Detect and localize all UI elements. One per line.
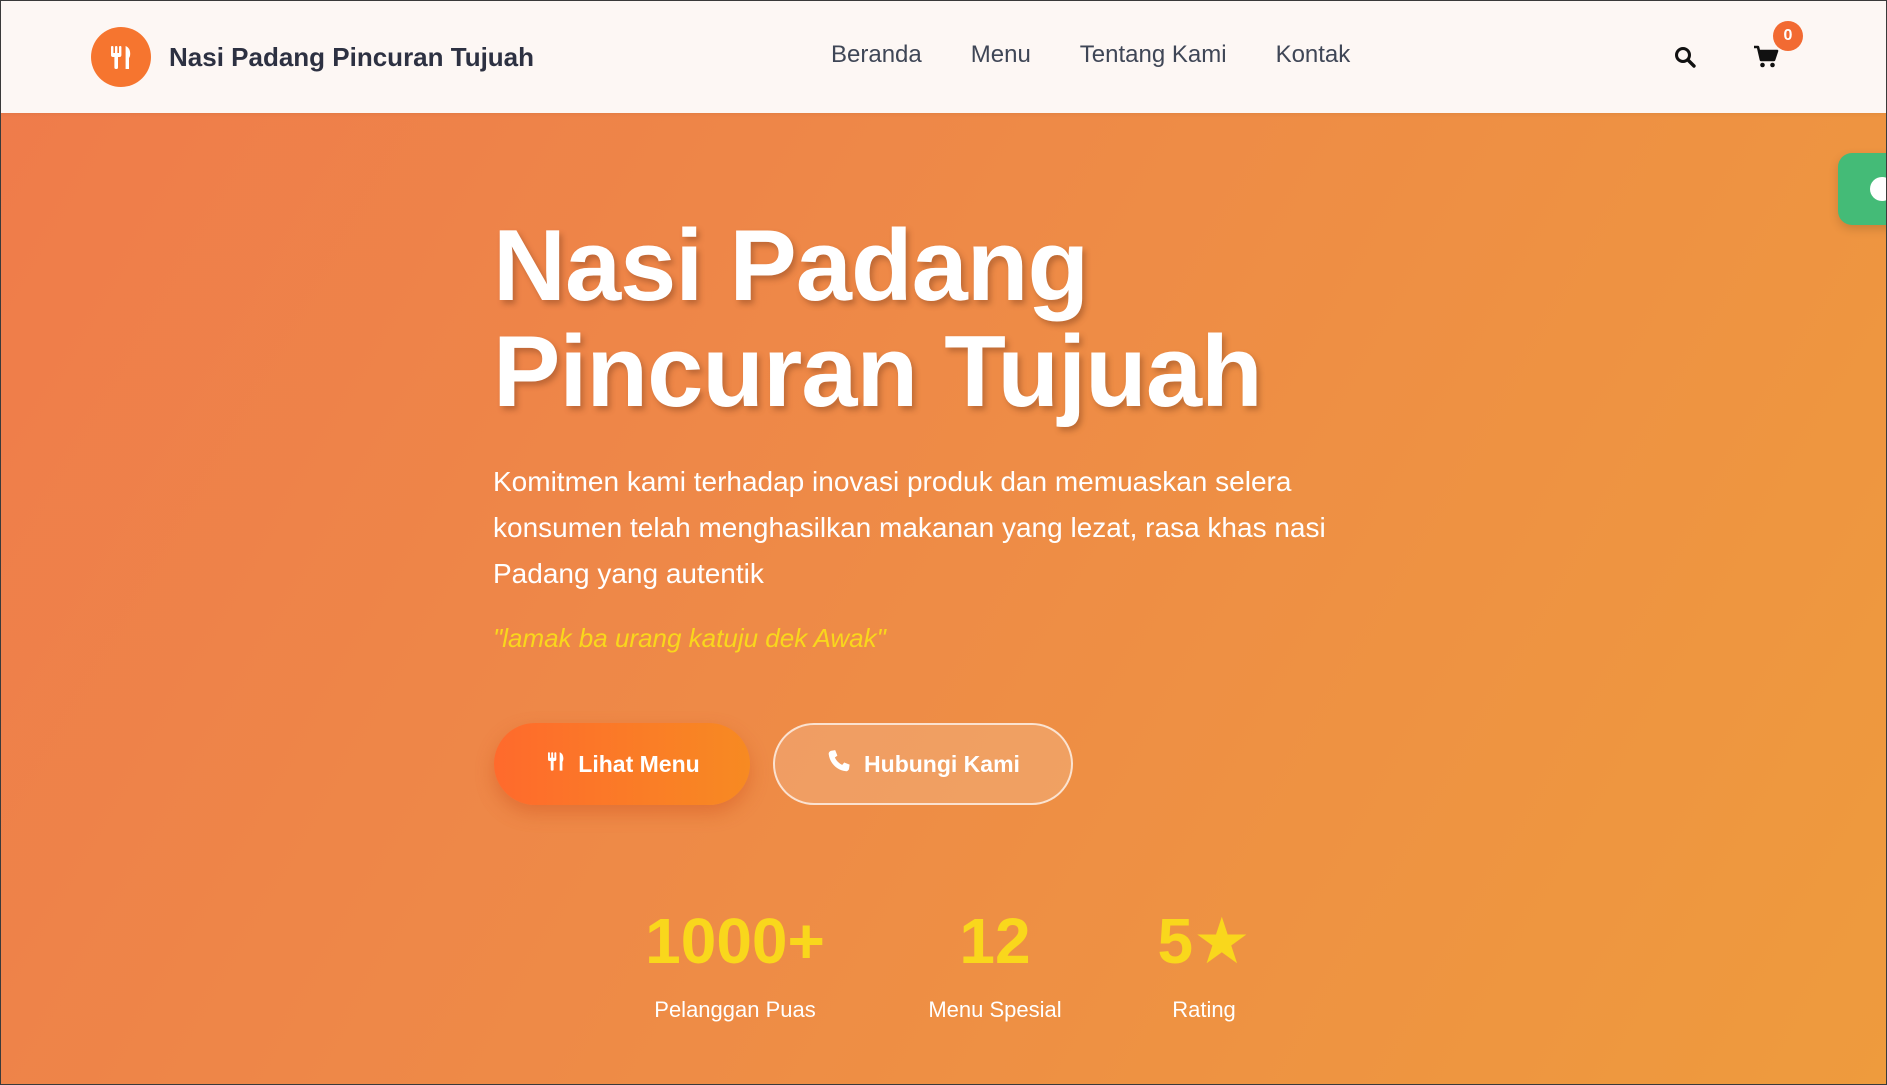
- nav-link-beranda[interactable]: Beranda: [831, 41, 922, 69]
- cart-count-badge: 0: [1773, 21, 1803, 51]
- page-frame: Nasi Padang Pincuran Tujuah Beranda Menu…: [0, 0, 1887, 1085]
- whatsapp-float-button[interactable]: [1838, 153, 1886, 225]
- whatsapp-icon: [1870, 177, 1886, 201]
- stat-value: 5★: [1157, 905, 1251, 977]
- hero-quote: "lamak ba urang katuju dek Awak": [493, 623, 886, 653]
- stat-label: Menu Spesial: [928, 997, 1062, 1022]
- phone-icon: [826, 748, 852, 780]
- nav-link-tentang-kami[interactable]: Tentang Kami: [1080, 41, 1227, 69]
- stat-value: 1000+: [645, 905, 825, 977]
- brand[interactable]: Nasi Padang Pincuran Tujuah: [91, 27, 534, 87]
- main-nav: Beranda Menu Tentang Kami Kontak: [831, 41, 1350, 69]
- hero-description: Komitmen kami terhadap inovasi produk da…: [493, 466, 1326, 589]
- hero-title: Nasi Padang Pincuran Tujuah: [493, 210, 1263, 428]
- utensils-icon: [91, 27, 151, 87]
- hero-title-line-2: Pincuran Tujuah: [493, 316, 1263, 428]
- search-icon[interactable]: [1673, 45, 1697, 69]
- stat-special-menu: 12 Menu Spesial: [928, 901, 1061, 1023]
- cart-icon[interactable]: [1753, 45, 1779, 69]
- brand-name: Nasi Padang Pincuran Tujuah: [169, 41, 535, 72]
- utensils-icon: [544, 749, 568, 779]
- stat-value: 12: [959, 905, 1031, 977]
- view-menu-button[interactable]: Lihat Menu: [494, 723, 750, 805]
- hero-title-line-1: Nasi Padang: [493, 210, 1089, 322]
- stat-label: Pelanggan Puas: [654, 997, 816, 1022]
- navbar: Nasi Padang Pincuran Tujuah Beranda Menu…: [1, 1, 1886, 113]
- nav-link-kontak[interactable]: Kontak: [1276, 41, 1351, 69]
- contact-us-button[interactable]: Hubungi Kami: [773, 723, 1073, 805]
- stat-customers: 1000+ Pelanggan Puas: [645, 901, 825, 1023]
- stat-label: Rating: [1172, 997, 1236, 1022]
- stat-rating: 5★ Rating: [1158, 901, 1251, 1023]
- contact-us-button-label: Hubungi Kami: [864, 750, 1020, 777]
- nav-link-menu[interactable]: Menu: [971, 41, 1031, 69]
- view-menu-button-label: Lihat Menu: [578, 750, 700, 777]
- stats-section: 1000+ Pelanggan Puas 12 Menu Spesial 5★ …: [1, 901, 1886, 1041]
